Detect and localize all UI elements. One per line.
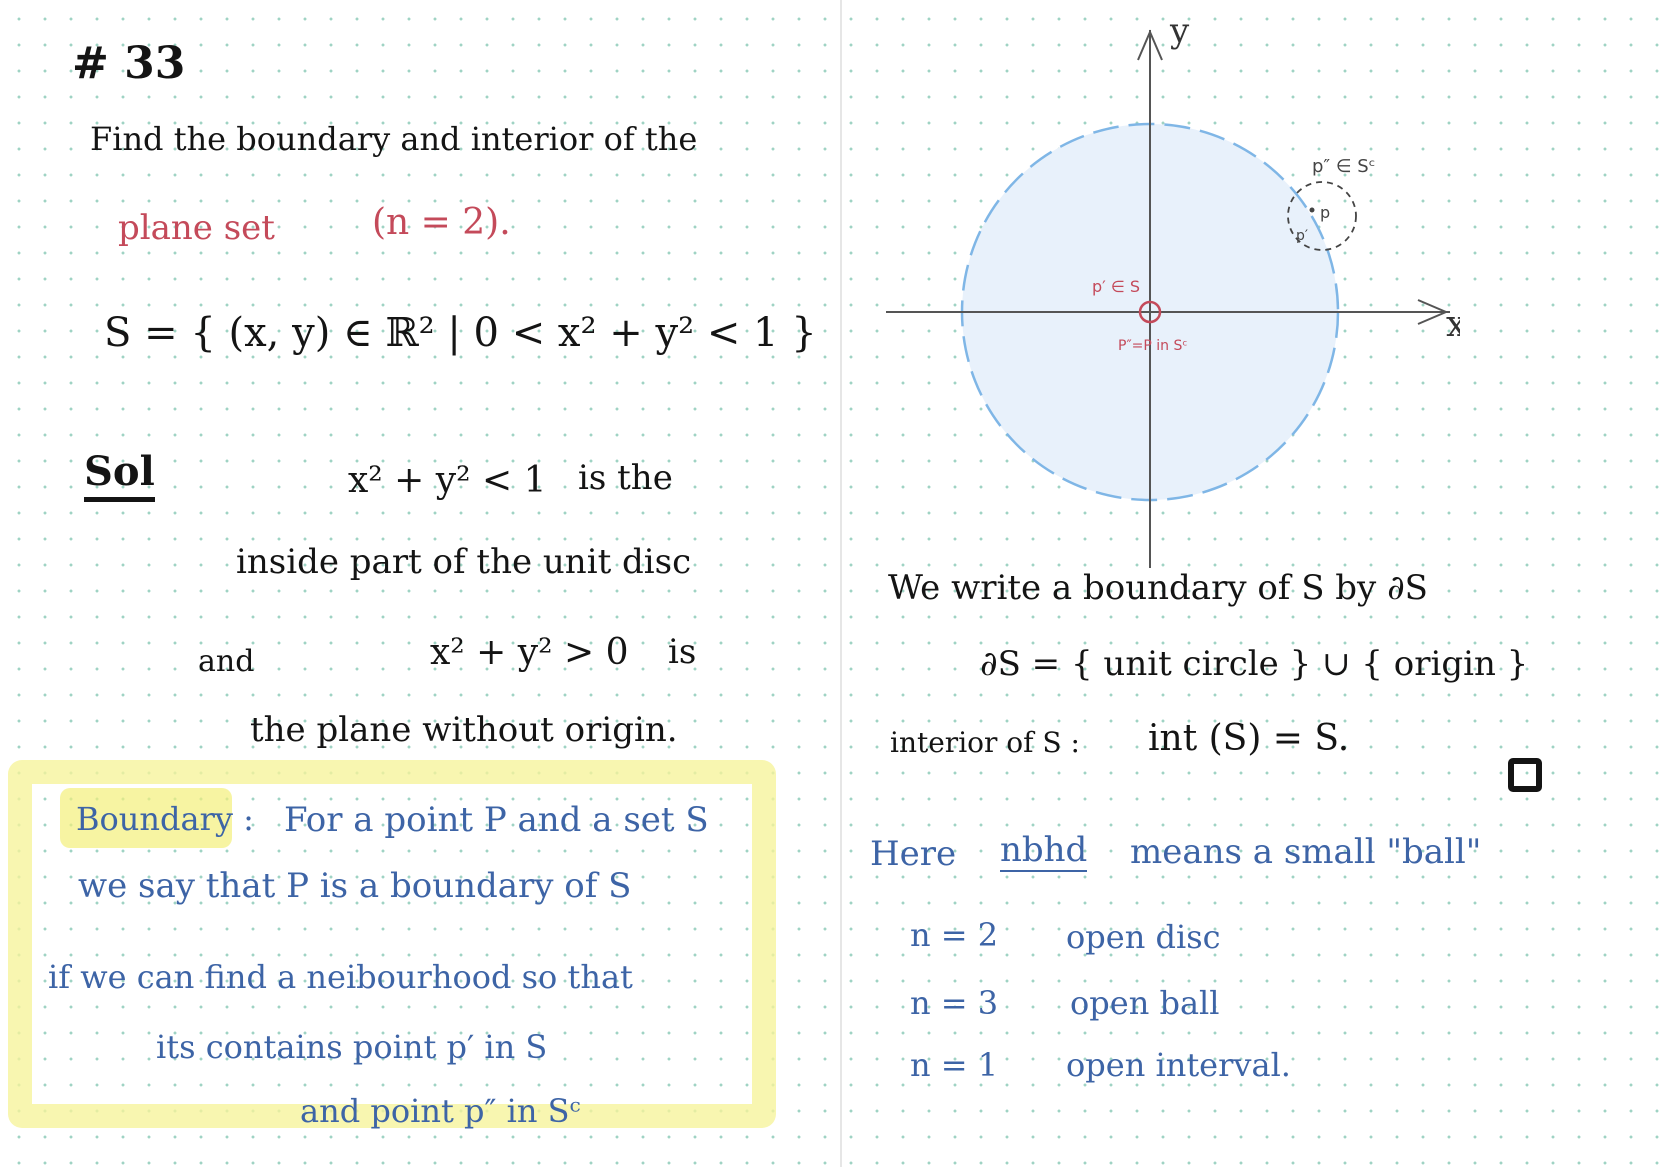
x-axis-label: x [1446,304,1460,345]
boundary-line-5: and point p″ in Sᶜ [300,1092,581,1130]
boundary-set-equation: ∂S = { unit circle } ∪ { origin } [980,644,1529,684]
note-means: means a small "ball" [1130,832,1482,872]
sol-line-plane: the plane without origin. [250,710,678,750]
problem-number: # 33 [72,38,186,89]
dimension-n1-desc: open interval. [1066,1046,1291,1084]
label-p-double-prime: p″ ∈ Sᶜ [1312,156,1375,177]
plane-set-label: plane set [118,208,275,248]
boundary-notation-line: We write a boundary of S by ∂S [888,568,1428,608]
boundary-line-2: we say that P is a boundary of S [78,866,632,906]
boundary-label: Boundary : [76,800,254,838]
dimension-n2: n = 2 [910,916,999,954]
set-definition: S = { (x, y) ∈ ℝ² | 0 < x² + y² < 1 } [104,310,817,356]
label-p: p [1320,203,1330,222]
unit-disc-diagram: y x p p′ p″ ∈ Sᶜ p′ ∈ S P″=P in Sᶜ [886,11,1460,568]
label-p-prime: p′ [1296,228,1308,244]
sol-expression-1: x² + y² < 1 [348,460,547,501]
problem-statement: Find the boundary and interior of the [90,120,698,158]
boundary-line-1: For a point P and a set S [284,800,709,840]
dimension-n1: n = 1 [910,1046,999,1084]
point-p [1309,207,1315,213]
solution-label-text: Sol [84,448,155,502]
dimension-label: (n = 2). [372,202,511,243]
note-nbhd: nbhd [1000,830,1088,872]
sol-expression-2: x² + y² > 0 [430,632,629,673]
interior-equation: int (S) = S. [1148,718,1350,759]
note-nbhd-text: nbhd [1000,830,1088,872]
note-here: Here [870,834,957,874]
solution-label: Sol [84,448,155,502]
page-divider [840,0,842,1167]
y-axis-label: y [1169,11,1190,51]
qed-square-icon [1508,758,1542,792]
sol-and: and [198,644,255,679]
origin-label-top: p′ ∈ S [1092,277,1140,296]
dimension-n3: n = 3 [910,984,999,1022]
boundary-line-4: its contains point p′ in S [156,1028,548,1066]
dimension-n2-desc: open disc [1066,918,1221,956]
interior-label: interior of S : [890,726,1080,759]
sol-is-the: is the [578,458,673,498]
origin-label-bottom: P″=P in Sᶜ [1118,338,1188,354]
sol-line-inside: inside part of the unit disc [236,542,692,582]
boundary-line-3: if we can find a neibourhood so that [48,958,633,996]
dimension-n3-desc: open ball [1070,984,1220,1022]
sol-is: is [668,632,697,672]
